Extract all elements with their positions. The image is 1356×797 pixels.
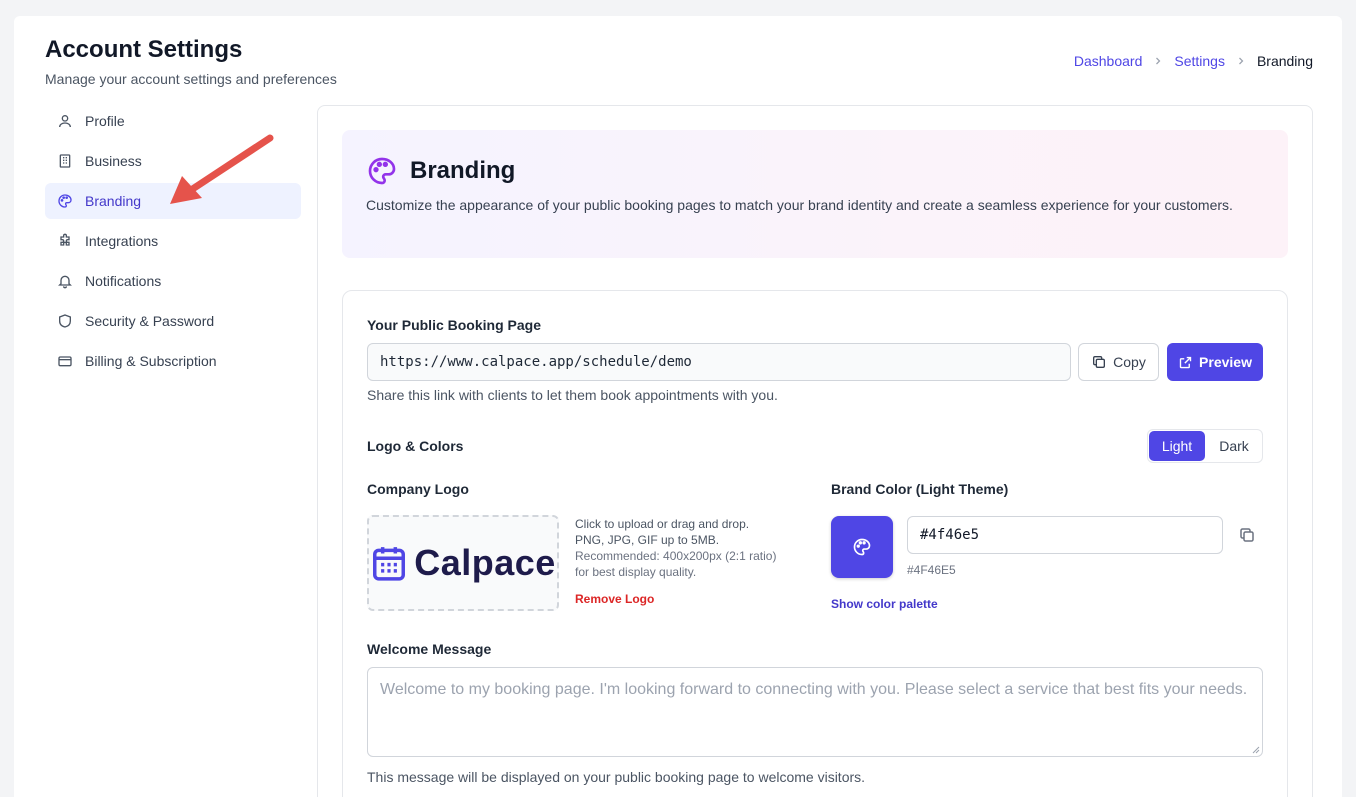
brand-color-label: Brand Color (Light Theme): [831, 481, 1009, 497]
company-logo-image: Calpace: [414, 542, 556, 583]
settings-sidebar: Profile Business Branding Integrations N…: [45, 103, 301, 383]
section-title: Branding: [410, 157, 516, 184]
booking-url-field[interactable]: https://www.calpace.app/schedule/demo: [367, 343, 1071, 381]
bell-icon: [57, 273, 73, 289]
welcome-placeholder: Welcome to my booking page. I'm looking …: [380, 681, 1248, 698]
brand-color-hex-input[interactable]: #4f46e5: [907, 516, 1223, 554]
sidebar-item-label: Security & Password: [85, 313, 215, 329]
upload-hint: Click to upload or drag and drop.: [575, 517, 750, 531]
sidebar-item-branding[interactable]: Branding: [45, 183, 301, 219]
brand-color-swatch[interactable]: [831, 516, 893, 578]
palette-icon: [852, 537, 872, 557]
sidebar-item-notifications[interactable]: Notifications: [45, 263, 301, 299]
show-color-palette-link[interactable]: Show color palette: [831, 597, 938, 611]
theme-light-option[interactable]: Light: [1149, 431, 1205, 461]
sidebar-item-label: Branding: [85, 193, 142, 209]
calendar-icon: [370, 542, 408, 584]
copy-icon[interactable]: [1238, 526, 1256, 544]
palette-icon: [366, 155, 398, 187]
user-icon: [57, 113, 73, 129]
copy-icon: [1091, 354, 1107, 370]
breadcrumb-dashboard[interactable]: Dashboard: [1074, 53, 1143, 69]
page-subtitle: Manage your account settings and prefere…: [45, 71, 337, 87]
breadcrumb-branding: Branding: [1256, 53, 1313, 69]
shield-icon: [57, 313, 73, 329]
welcome-message-help: This message will be displayed on your p…: [367, 769, 866, 785]
chevron-right-icon: [1152, 55, 1164, 67]
sidebar-item-integrations[interactable]: Integrations: [45, 223, 301, 259]
sidebar-item-label: Business: [85, 153, 142, 169]
sidebar-item-label: Billing & Subscription: [85, 353, 217, 369]
upload-quality-note: for best display quality.: [575, 565, 697, 579]
breadcrumb: Dashboard Settings Branding: [1074, 53, 1313, 69]
upload-formats: PNG, JPG, GIF up to 5MB.: [575, 533, 720, 547]
sidebar-item-business[interactable]: Business: [45, 143, 301, 179]
company-logo-label: Company Logo: [367, 481, 469, 497]
sidebar-item-profile[interactable]: Profile: [45, 103, 301, 139]
sidebar-item-security[interactable]: Security & Password: [45, 303, 301, 339]
chevron-right-icon: [1235, 55, 1247, 67]
booking-url-help: Share this link with clients to let them…: [367, 387, 778, 403]
sidebar-item-label: Profile: [85, 113, 125, 129]
page-title: Account Settings: [45, 36, 243, 63]
booking-page-label: Your Public Booking Page: [367, 317, 541, 333]
theme-toggle: Light Dark: [1147, 429, 1263, 463]
logo-upload-dropzone[interactable]: Calpace: [367, 515, 559, 611]
credit-card-icon: [57, 353, 73, 369]
copy-url-button[interactable]: Copy: [1078, 343, 1159, 381]
palette-icon: [57, 193, 73, 209]
section-description: Customize the appearance of your public …: [366, 197, 1233, 213]
building-icon: [57, 153, 73, 169]
preview-button[interactable]: Preview: [1167, 343, 1263, 381]
copy-label: Copy: [1113, 354, 1146, 370]
breadcrumb-settings[interactable]: Settings: [1174, 53, 1225, 69]
remove-logo-button[interactable]: Remove Logo: [575, 592, 654, 606]
puzzle-icon: [57, 233, 73, 249]
resize-grip-icon[interactable]: [1250, 744, 1260, 754]
branding-banner: Branding Customize the appearance of you…: [342, 130, 1288, 258]
upload-instructions: Click to upload or drag and drop. PNG, J…: [575, 516, 776, 580]
welcome-message-textarea[interactable]: Welcome to my booking page. I'm looking …: [367, 667, 1263, 757]
theme-dark-option[interactable]: Dark: [1206, 430, 1262, 462]
sidebar-item-label: Notifications: [85, 273, 162, 289]
external-link-icon: [1178, 355, 1193, 370]
sidebar-item-label: Integrations: [85, 233, 159, 249]
sidebar-item-billing[interactable]: Billing & Subscription: [45, 343, 301, 379]
welcome-message-label: Welcome Message: [367, 641, 492, 657]
preview-label: Preview: [1199, 354, 1252, 370]
upload-recommendation: Recommended: 400x200px (2:1 ratio): [575, 549, 777, 563]
logo-colors-label: Logo & Colors: [367, 438, 464, 454]
brand-color-caption: #4F46E5: [907, 563, 956, 577]
